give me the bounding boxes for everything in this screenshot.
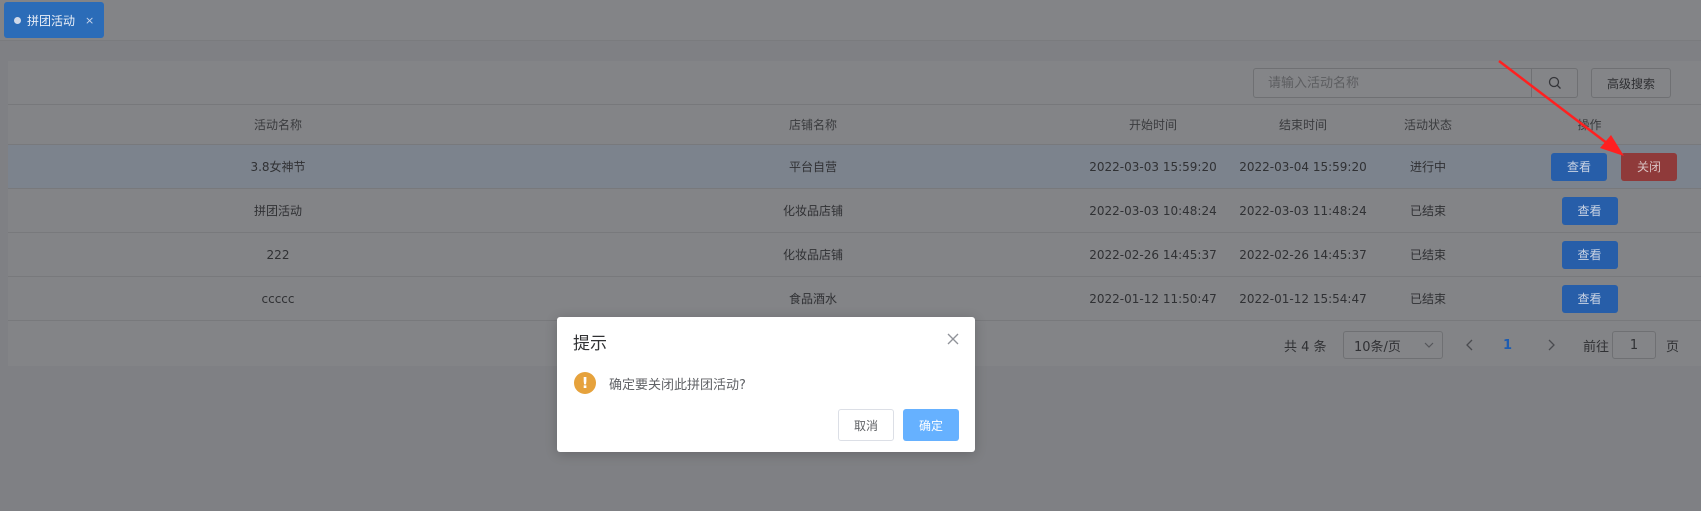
end-time: 2022-03-03 11:48:24 — [1239, 203, 1367, 218]
chevron-left-icon — [1466, 339, 1473, 351]
header-activity-name: 活动名称 — [253, 118, 302, 132]
table-row: 3.8女神节 平台自营 2022-03-03 15:59:20 2022-03-… — [8, 145, 1701, 189]
activity-name: 222 — [266, 247, 290, 262]
page-suffix: 页 — [1666, 339, 1680, 355]
header-end-time: 结束时间 — [1278, 118, 1327, 132]
activity-status: 已结束 — [1409, 248, 1446, 262]
shop-name: 化妆品店铺 — [782, 248, 843, 262]
search-box — [1253, 68, 1578, 98]
view-button[interactable]: 查看 — [1561, 240, 1618, 269]
page-size-select[interactable]: 10条/页 — [1343, 331, 1443, 359]
activity-table: 活动名称 店铺名称 开始时间 结束时间 活动状态 操作 3.8女神节 平台自营 … — [8, 105, 1701, 321]
activity-status: 已结束 — [1409, 204, 1446, 218]
page-size-value: 10条/页 — [1354, 339, 1401, 355]
start-time: 2022-03-03 10:48:24 — [1089, 203, 1217, 218]
start-time: 2022-03-03 15:59:20 — [1089, 159, 1217, 174]
view-button[interactable]: 查看 — [1561, 284, 1618, 313]
advanced-search-button[interactable]: 高级搜索 — [1591, 68, 1671, 98]
dialog-message: 确定要关闭此拼团活动? — [609, 378, 746, 393]
end-time: 2022-01-12 15:54:47 — [1239, 291, 1367, 306]
dialog-close-button[interactable] — [945, 331, 961, 347]
prev-page-button[interactable] — [1465, 324, 1475, 366]
tab-label: 拼团活动 — [27, 13, 76, 28]
active-dot-icon — [14, 16, 21, 24]
activity-status: 进行中 — [1409, 160, 1446, 174]
next-page-button[interactable] — [1546, 324, 1556, 366]
activity-name: 3.8女神节 — [250, 160, 306, 174]
confirm-dialog: 提示 ! 确定要关闭此拼团活动? 取消 确定 — [557, 317, 975, 452]
shop-name: 化妆品店铺 — [782, 204, 843, 218]
table-row: 拼团活动 化妆品店铺 2022-03-03 10:48:24 2022-03-0… — [8, 189, 1701, 233]
header-status: 活动状态 — [1403, 118, 1452, 132]
tab-pintuan[interactable]: 拼团活动 × — [4, 2, 105, 38]
row-actions: 查看 — [1478, 233, 1701, 276]
header-actions: 操作 — [1577, 118, 1602, 132]
tab-close-icon[interactable]: × — [85, 14, 94, 27]
total-count: 共 4 条 — [1284, 339, 1327, 355]
activity-name: 拼团活动 — [253, 204, 302, 218]
end-time: 2022-02-26 14:45:37 — [1239, 247, 1367, 262]
table-row: ccccc 食品酒水 2022-01-12 11:50:47 2022-01-1… — [8, 277, 1701, 321]
close-icon — [947, 333, 959, 345]
page-number-current[interactable]: 1 — [1503, 324, 1512, 366]
cancel-button[interactable]: 取消 — [838, 409, 894, 441]
view-button[interactable]: 查看 — [1561, 196, 1618, 225]
shop-name: 食品酒水 — [788, 292, 837, 306]
activity-status: 已结束 — [1409, 292, 1446, 306]
table-row: 222 化妆品店铺 2022-02-26 14:45:37 2022-02-26… — [8, 233, 1701, 277]
toolbar: 高级搜索 — [8, 61, 1701, 105]
search-icon — [1548, 76, 1561, 89]
chevron-right-icon — [1548, 339, 1555, 351]
header-start-time: 开始时间 — [1128, 118, 1177, 132]
view-button[interactable]: 查看 — [1551, 152, 1607, 181]
activity-name: ccccc — [261, 291, 295, 306]
header-shop-name: 店铺名称 — [788, 118, 837, 132]
row-actions: 查看 关闭 — [1478, 145, 1701, 188]
warning-icon: ! — [574, 372, 596, 394]
row-actions: 查看 — [1478, 189, 1701, 232]
tab-bar: 拼团活动 × — [0, 0, 1701, 41]
confirm-button[interactable]: 确定 — [903, 409, 959, 441]
search-button[interactable] — [1531, 69, 1577, 97]
goto-page-input[interactable] — [1612, 331, 1656, 359]
row-actions: 查看 — [1478, 277, 1701, 320]
start-time: 2022-02-26 14:45:37 — [1089, 247, 1217, 262]
chevron-down-icon — [1424, 342, 1434, 348]
search-input[interactable] — [1254, 69, 1534, 97]
dialog-title: 提示 — [573, 334, 607, 354]
table-header: 活动名称 店铺名称 开始时间 结束时间 活动状态 操作 — [8, 105, 1701, 145]
goto-label: 前往 — [1583, 339, 1610, 355]
start-time: 2022-01-12 11:50:47 — [1089, 291, 1217, 306]
shop-name: 平台自营 — [788, 160, 837, 174]
close-activity-button[interactable]: 关闭 — [1621, 152, 1677, 181]
end-time: 2022-03-04 15:59:20 — [1239, 159, 1367, 174]
